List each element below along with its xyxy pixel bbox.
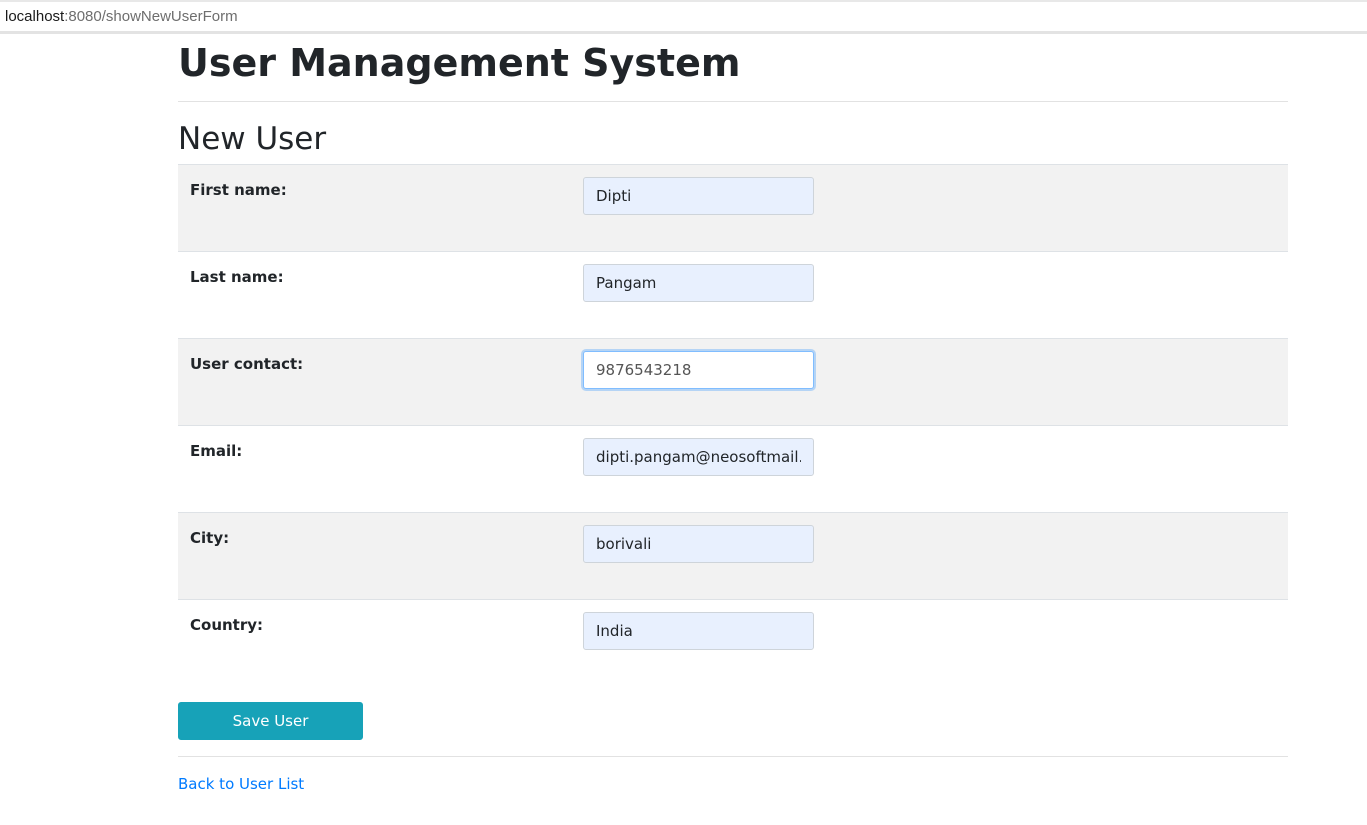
form-row-last-name: Last name: [178, 251, 1288, 338]
app-title: User Management System [178, 41, 741, 85]
url-text[interactable]: localhost:8080/showNewUserForm [5, 8, 238, 25]
title-divider [178, 101, 1288, 102]
save-user-button[interactable]: Save User [178, 702, 363, 740]
first-name-input[interactable] [583, 177, 814, 215]
user-form: First name: Last name: User contact: Ema… [178, 164, 1288, 686]
city-input[interactable] [583, 525, 814, 563]
url-host: localhost [5, 8, 65, 25]
form-row-user-contact: User contact: [178, 338, 1288, 425]
first-name-label: First name: [190, 181, 287, 199]
footer-divider [178, 756, 1288, 757]
user-contact-input[interactable] [583, 351, 814, 389]
form-row-city: City: [178, 512, 1288, 599]
email-input[interactable] [583, 438, 814, 476]
url-path: :8080/showNewUserForm [64, 8, 238, 25]
country-input[interactable] [583, 612, 814, 650]
back-to-user-list-link[interactable]: Back to User List [178, 775, 304, 793]
last-name-label: Last name: [190, 268, 284, 286]
city-label: City: [190, 529, 230, 547]
country-label: Country: [190, 616, 264, 634]
last-name-input[interactable] [583, 264, 814, 302]
email-label: Email: [190, 442, 243, 460]
form-row-country: Country: [178, 599, 1288, 686]
form-row-first-name: First name: [178, 164, 1288, 251]
user-contact-label: User contact: [190, 355, 304, 373]
address-bar[interactable]: localhost:8080/showNewUserForm [0, 0, 1367, 34]
form-row-email: Email: [178, 425, 1288, 512]
page-title: New User [178, 121, 327, 157]
